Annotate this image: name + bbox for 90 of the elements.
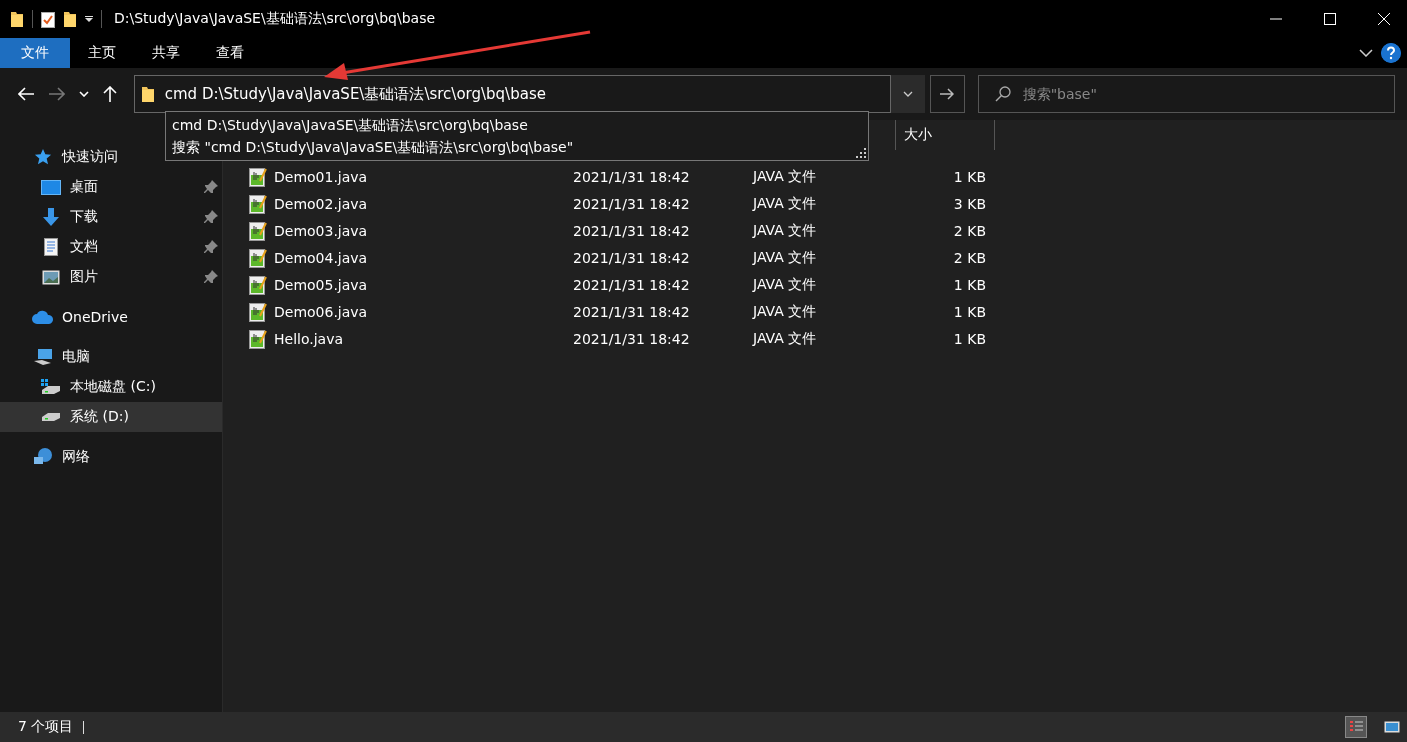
file-name[interactable]: Demo01.java	[274, 168, 573, 185]
go-button[interactable]	[930, 75, 965, 113]
java-file-icon	[249, 247, 267, 268]
sidebar-item[interactable]: 下载	[0, 202, 222, 232]
file-size: 1 KB	[952, 276, 986, 293]
sidebar-item[interactable]: 文档	[0, 232, 222, 262]
dropdown-icon[interactable]	[85, 15, 93, 23]
file-type: JAVA 文件	[753, 221, 818, 240]
pin-icon[interactable]	[204, 180, 218, 194]
folder-icon	[10, 10, 24, 28]
modified-date: 2021/1/31 18:42	[573, 276, 691, 293]
file-type: JAVA 文件	[753, 248, 818, 267]
cloud-icon	[32, 310, 54, 324]
file-name[interactable]: Hello.java	[274, 330, 573, 347]
arrow-right-icon	[940, 88, 955, 100]
ribbon-tab[interactable]: 文件	[0, 38, 70, 68]
pin-icon[interactable]	[204, 270, 218, 284]
help-icon[interactable]	[1381, 43, 1401, 63]
sidebar-item[interactable]: 系统 (D:)	[0, 402, 222, 432]
sidebar-item[interactable]: 网络	[0, 442, 222, 472]
file-name[interactable]: Demo03.java	[274, 222, 573, 239]
network-icon	[33, 448, 53, 466]
properties-icon[interactable]	[41, 10, 55, 28]
item-count: 7 个项目	[18, 718, 74, 736]
modified-date: 2021/1/31 18:42	[573, 168, 691, 185]
modified-date: 2021/1/31 18:42	[573, 303, 691, 320]
window-title: D:\Study\Java\JavaSE\基础语法\src\org\bq\base	[114, 10, 436, 28]
file-type: JAVA 文件	[753, 329, 818, 348]
minimize-icon	[1270, 18, 1282, 20]
file-type: JAVA 文件	[753, 275, 818, 294]
address-dropdown-button[interactable]	[890, 75, 926, 113]
ribbon-tab[interactable]: 主页	[70, 38, 134, 68]
file-type: JAVA 文件	[753, 194, 818, 213]
file-name[interactable]: Demo02.java	[274, 195, 573, 212]
pin-icon[interactable]	[204, 240, 218, 254]
pin-icon[interactable]	[204, 210, 218, 224]
suggestion-item[interactable]: cmd D:\Study\Java\JavaSE\基础语法\src\org\bq\base	[172, 114, 862, 136]
chevron-down-icon[interactable]	[1359, 49, 1373, 57]
search-icon	[994, 86, 1011, 102]
java-file-icon	[249, 193, 267, 214]
file-type: JAVA 文件	[753, 302, 818, 321]
file-type: JAVA 文件	[753, 167, 818, 186]
document-icon	[44, 238, 58, 256]
desktop-icon	[41, 179, 61, 195]
file-name[interactable]: Demo06.java	[274, 303, 573, 320]
sidebar-item[interactable]: OneDrive	[0, 302, 222, 332]
picture-icon	[42, 269, 60, 285]
chevron-down-icon	[903, 91, 913, 97]
ribbon-tab[interactable]: 查看	[198, 38, 262, 68]
folder-icon	[140, 85, 155, 103]
computer-icon	[33, 348, 53, 366]
modified-date: 2021/1/31 18:42	[573, 330, 691, 347]
maximize-icon	[1324, 13, 1336, 25]
sidebar-item[interactable]: 电脑	[0, 342, 222, 372]
file-name[interactable]: Demo05.java	[274, 276, 573, 293]
file-size: 2 KB	[952, 222, 986, 239]
file-size: 2 KB	[952, 249, 986, 266]
modified-date: 2021/1/31 18:42	[573, 249, 691, 266]
search-box[interactable]: 搜索"base"	[977, 75, 1395, 113]
suggestion-item[interactable]: 搜索 "cmd D:\Study\Java\JavaSE\基础语法\src\org\bq\base"	[172, 136, 862, 158]
file-size: 3 KB	[952, 195, 986, 212]
file-size: 1 KB	[952, 168, 986, 185]
chevron-down-icon	[78, 91, 89, 97]
drive-icon	[41, 379, 61, 395]
address-field[interactable]: cmd D:\Study\Java\JavaSE\基础语法\src\org\bq\base	[162, 84, 890, 104]
details-list-icon	[1349, 720, 1363, 734]
file-size: 1 KB	[952, 330, 986, 347]
column-header[interactable]: 大小	[895, 120, 995, 150]
java-file-icon	[249, 166, 267, 187]
sidebar-item[interactable]: 桌面	[0, 172, 222, 202]
download-icon	[42, 208, 60, 226]
java-file-icon	[249, 220, 267, 241]
java-file-icon	[249, 274, 267, 295]
star-icon	[34, 148, 52, 166]
sidebar-item[interactable]: 本地磁盘 (C:)	[0, 372, 222, 402]
new-folder-icon	[63, 10, 77, 28]
modified-date: 2021/1/31 18:42	[573, 195, 691, 212]
modified-date: 2021/1/31 18:42	[573, 222, 691, 239]
close-icon	[1378, 13, 1390, 25]
ribbon-tab[interactable]: 共享	[134, 38, 198, 68]
file-size: 1 KB	[952, 303, 986, 320]
address-bar[interactable]: cmd D:\Study\Java\JavaSE\基础语法\src\org\bq\base	[133, 75, 891, 113]
java-file-icon	[249, 301, 267, 322]
drive-icon	[41, 412, 61, 422]
search-field[interactable]: 搜索"base"	[1020, 85, 1394, 103]
file-name[interactable]: Demo04.java	[274, 249, 573, 266]
java-file-icon	[249, 328, 267, 349]
sidebar-item[interactable]: 图片	[0, 262, 222, 292]
large-icons-icon	[1384, 721, 1400, 733]
resize-grip-icon[interactable]	[856, 148, 866, 158]
